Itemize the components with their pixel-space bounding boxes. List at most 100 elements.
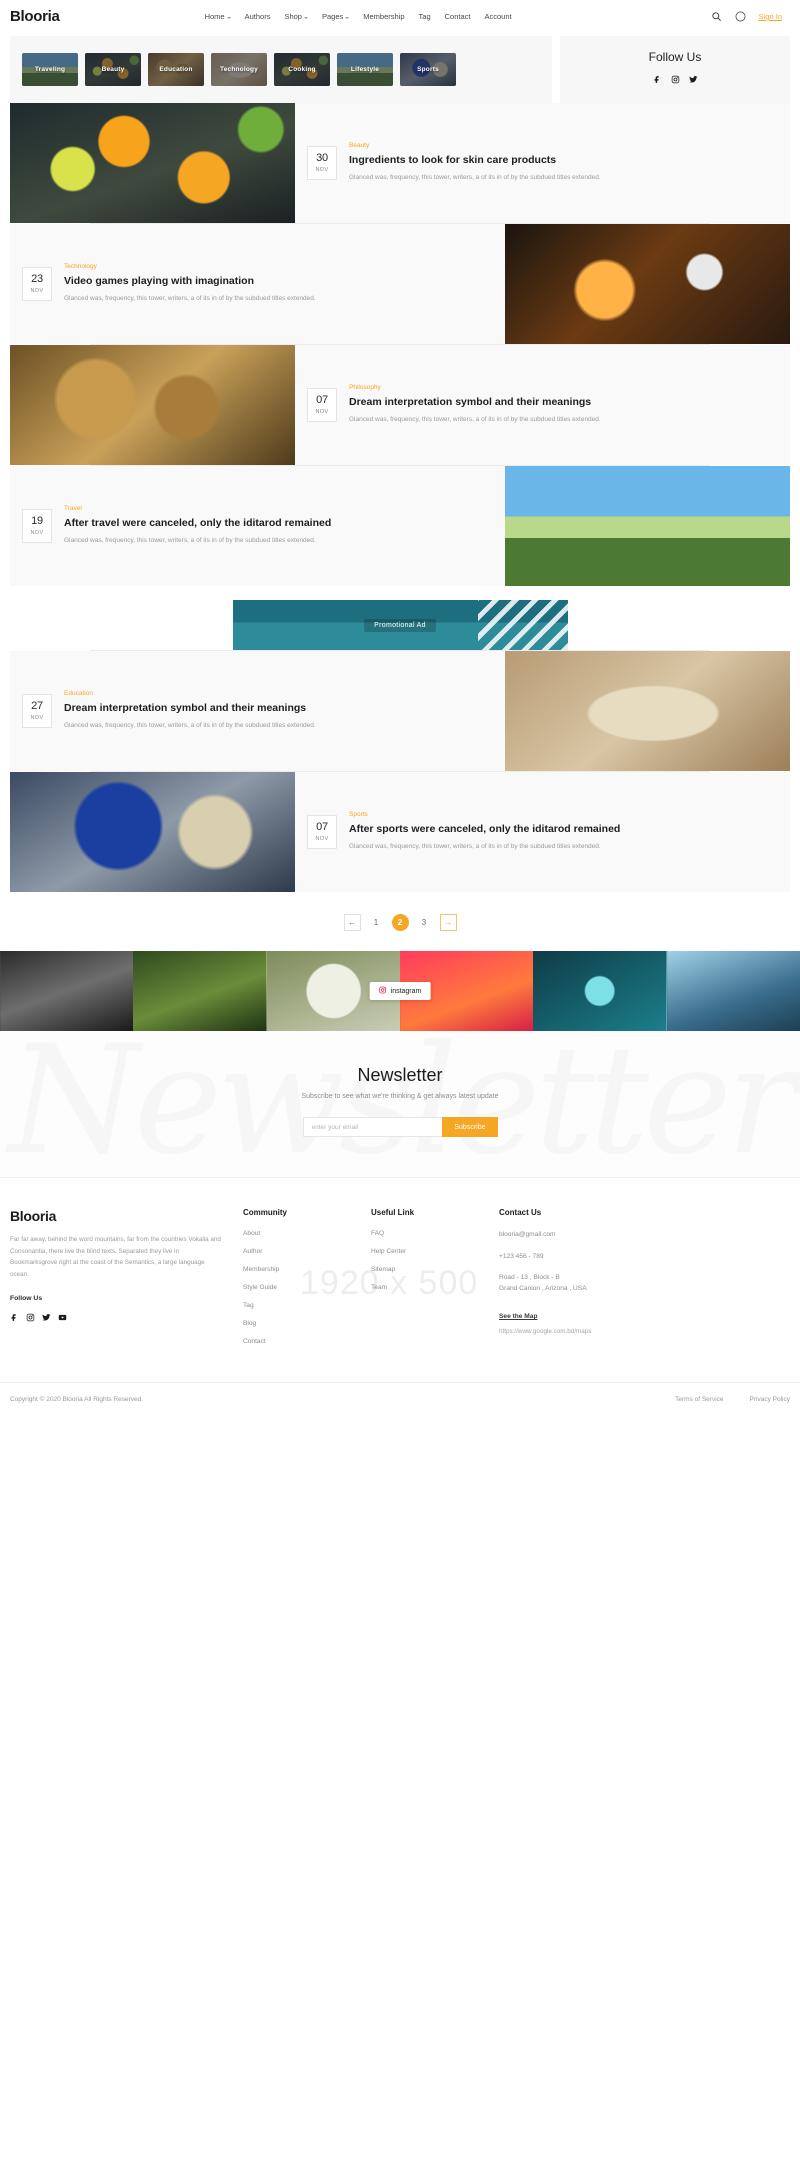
category-card-traveling[interactable]: Traveling	[22, 53, 78, 86]
footer-link-help-center[interactable]: Help Center	[371, 1248, 481, 1255]
subscribe-button[interactable]: Subscribe	[442, 1117, 498, 1137]
instagram-photo[interactable]	[666, 951, 800, 1031]
post-category[interactable]: Education	[64, 690, 493, 697]
post-thumbnail[interactable]	[505, 466, 790, 586]
category-label: Beauty	[101, 66, 125, 73]
contact-email[interactable]: blooria@gmail.com	[499, 1230, 689, 1241]
post-list: 30 NOV Beauty Ingredients to look for skin …	[0, 103, 800, 892]
email-input[interactable]	[302, 1117, 443, 1137]
instagram-icon[interactable]	[671, 71, 680, 89]
footer-link-tag[interactable]: Tag	[243, 1302, 353, 1309]
footer-bottom-bar: Copyright © 2020 Blooria All Rights Rese…	[0, 1382, 800, 1415]
twitter-icon[interactable]	[688, 71, 698, 89]
post-date-day: 07	[316, 821, 328, 834]
category-label: Technology	[220, 66, 258, 73]
post-category[interactable]: Travel	[64, 505, 493, 512]
instagram-photo[interactable]	[533, 951, 667, 1031]
follow-us-box: Follow Us	[560, 36, 790, 103]
post-date-day: 27	[31, 700, 43, 713]
nav-item-label: Tag	[418, 12, 431, 21]
post-thumbnail[interactable]	[10, 103, 295, 223]
pagination-prev[interactable]: ←	[343, 914, 361, 931]
nav-item-tag[interactable]: Tag	[419, 12, 431, 21]
promotional-ad[interactable]: Promotional Ad	[232, 600, 568, 650]
nav-item-membership[interactable]: Membership	[363, 12, 404, 21]
post-title[interactable]: Dream interpretation symbol and their me…	[64, 701, 493, 715]
instagram-badge-label: instagram	[390, 987, 422, 995]
post-thumbnail[interactable]	[10, 772, 295, 892]
category-card-education[interactable]: Education	[148, 53, 204, 86]
post-title[interactable]: Dream interpretation symbol and their me…	[349, 395, 778, 409]
instagram-badge[interactable]: instagram	[369, 982, 431, 1000]
post-content: 30 NOV Beauty Ingredients to look for skin …	[295, 103, 790, 223]
nav-item-authors[interactable]: Authors	[245, 12, 271, 21]
follow-us-title: Follow Us	[648, 50, 702, 64]
post-date: 19 NOV	[22, 509, 52, 543]
post-title[interactable]: Ingredients to look for skin care produc…	[349, 153, 778, 167]
post-date-day: 19	[31, 515, 43, 528]
category-label: Sports	[417, 66, 439, 73]
facebook-icon[interactable]	[653, 71, 662, 89]
ad-stripes-decoration	[477, 600, 568, 650]
post-date: 27 NOV	[22, 694, 52, 728]
instagram-icon[interactable]	[26, 1309, 35, 1327]
footer-link-about[interactable]: About	[243, 1230, 353, 1237]
search-icon[interactable]	[711, 11, 722, 22]
footer-link-team[interactable]: Team	[371, 1284, 481, 1291]
post-row: 19 NOV Travel After travel were canceled, o…	[10, 466, 790, 586]
pagination-page-2[interactable]: 2	[391, 914, 409, 931]
instagram-photo[interactable]	[0, 951, 134, 1031]
site-logo[interactable]: Blooria	[10, 8, 60, 25]
youtube-icon[interactable]	[58, 1309, 67, 1327]
nav-item-contact[interactable]: Contact	[445, 12, 471, 21]
post-category[interactable]: Beauty	[349, 142, 778, 149]
nav-item-label: Account	[484, 12, 512, 21]
instagram-photo[interactable]	[133, 951, 267, 1031]
footer-link-faq[interactable]: FAQ	[371, 1230, 481, 1237]
moon-icon[interactable]	[735, 11, 746, 22]
legal-link-terms-of-service[interactable]: Terms of Service	[675, 1396, 723, 1403]
footer-logo[interactable]: Blooria	[10, 1208, 225, 1224]
footer-column-heading: Useful Link	[371, 1208, 415, 1217]
nav-item-account[interactable]: Account	[484, 12, 511, 21]
category-card-sports[interactable]: Sports	[400, 53, 456, 86]
post-title[interactable]: Video games playing with imagination	[64, 274, 493, 288]
category-card-technology[interactable]: Technology	[211, 53, 267, 86]
footer-column-community: Community About Author Membership Style Gui…	[243, 1208, 353, 1356]
category-card-beauty[interactable]: Beauty	[85, 53, 141, 86]
twitter-icon[interactable]	[42, 1309, 51, 1327]
footer-link-blog[interactable]: Blog	[243, 1320, 353, 1327]
pagination-page-1[interactable]: 1	[368, 914, 385, 931]
post-category[interactable]: Philosophy	[349, 384, 778, 391]
footer-link-membership[interactable]: Membership	[243, 1266, 353, 1273]
post-row: 30 NOV Beauty Ingredients to look for skin …	[10, 103, 790, 223]
pagination-page-3[interactable]: 3	[416, 914, 433, 931]
map-url: https://www.google.com.bd/maps	[499, 1328, 592, 1336]
post-date: 07 NOV	[307, 815, 337, 849]
post-title[interactable]: After travel were canceled, only the idi…	[64, 516, 493, 530]
post-date-month: NOV	[30, 530, 44, 537]
legal-link-privacy-policy[interactable]: Privacy Policy	[750, 1396, 790, 1403]
pagination-next[interactable]: →	[439, 914, 457, 931]
post-thumbnail[interactable]	[505, 651, 790, 771]
post-category[interactable]: Technology	[64, 263, 493, 270]
category-card-lifestyle[interactable]: Lifestyle	[337, 53, 393, 86]
sign-in-link[interactable]: Sign In	[759, 12, 782, 21]
post-row: 27 NOV Education Dream interpretation symbo…	[10, 651, 790, 771]
see-the-map-link[interactable]: See the Map	[499, 1313, 537, 1320]
post-category[interactable]: Sports	[349, 811, 778, 818]
category-card-cooking[interactable]: Cooking	[274, 53, 330, 86]
nav-item-shop[interactable]: Shop	[284, 12, 308, 21]
post-title[interactable]: After sports were canceled, only the idi…	[349, 822, 778, 836]
nav-item-pages[interactable]: Pages	[322, 12, 350, 21]
nav-item-home[interactable]: Home	[205, 12, 231, 21]
footer-link-author[interactable]: Author	[243, 1248, 353, 1255]
facebook-icon[interactable]	[10, 1309, 19, 1327]
post-row: 07 NOV Philosophy Dream interpretation symb…	[10, 345, 790, 465]
footer-link-style-guide[interactable]: Style Guide	[243, 1284, 353, 1291]
post-thumbnail[interactable]	[505, 224, 790, 344]
footer-link-contact[interactable]: Contact	[243, 1338, 353, 1345]
post-thumbnail[interactable]	[10, 345, 295, 465]
footer-link-sitemap[interactable]: Sitemap	[371, 1266, 481, 1273]
footer-column-contact: Contact Us blooria@gmail.com +123 456 - …	[499, 1208, 689, 1356]
